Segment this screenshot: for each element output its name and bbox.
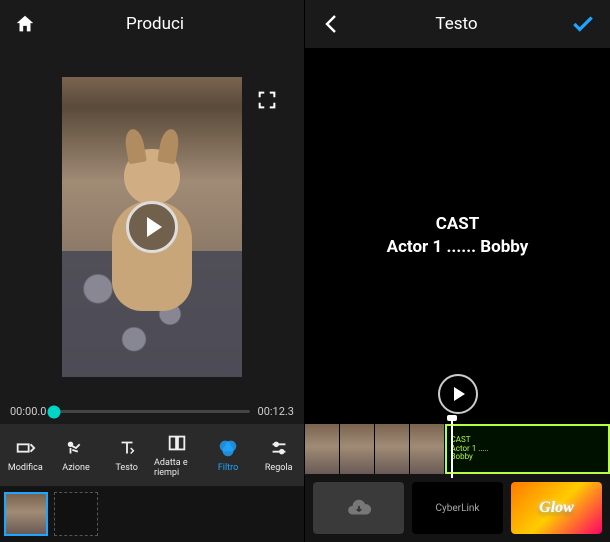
play-button[interactable] [126,201,178,253]
confirm-icon[interactable] [570,11,596,37]
preset-glow[interactable]: Glow [511,482,602,534]
tool-modifica[interactable]: Modifica [0,424,51,486]
clip-thumbnails [0,486,304,542]
text-style-presets: CyberLink Glow [305,474,610,542]
tool-adatta[interactable]: Adatta e riempi [152,424,203,486]
tool-label: Modifica [8,463,43,473]
tool-label: Adatta e riempi [154,458,201,478]
time-total: 00:12.3 [258,405,294,418]
tool-label: Regola [265,463,293,473]
tool-testo[interactable]: Testo [101,424,152,486]
preset-label: Glow [539,499,574,517]
clip-thumb-empty[interactable] [54,492,98,536]
page-title-left: Produci [126,14,184,34]
page-title-right: Testo [435,14,477,34]
cast-line-2: Actor 1 ...... Bobby [387,236,529,259]
time-current: 00:00.0 [10,405,46,418]
cast-line-1: CAST [387,213,529,236]
tool-strip: Modifica Azione Testo Adatta e riempi Fi… [0,424,304,486]
back-icon[interactable] [319,12,343,36]
tool-filtro[interactable]: Filtro [203,424,254,486]
preset-label: CyberLink [436,503,480,514]
tool-label: Filtro [218,463,238,473]
tool-regola[interactable]: Regola [253,424,304,486]
preset-cyberlink[interactable]: CyberLink [412,482,503,534]
text-canvas[interactable]: CAST Actor 1 ...... Bobby [305,48,610,424]
tool-label: Testo [116,463,138,473]
video-clip[interactable] [305,424,445,474]
video-preview[interactable] [62,77,242,377]
playhead[interactable] [451,420,453,478]
timeline-slider[interactable]: 00:00.0 00:12.3 [0,399,304,424]
play-button-small[interactable] [438,374,478,414]
text-clip-l2: Actor 1 ..... [451,445,604,454]
tool-label: Azione [62,463,89,473]
timeline-clips[interactable]: CAST Actor 1 ..... Bobby [305,424,610,474]
fullscreen-icon[interactable] [256,89,278,111]
text-clip[interactable]: CAST Actor 1 ..... Bobby [445,424,610,474]
preset-download[interactable] [313,482,404,534]
cast-text-block[interactable]: CAST Actor 1 ...... Bobby [387,213,529,259]
clip-thumb-1[interactable] [4,492,48,536]
home-icon[interactable] [14,13,36,35]
tool-azione[interactable]: Azione [51,424,102,486]
text-clip-l3: Bobby [451,453,604,462]
